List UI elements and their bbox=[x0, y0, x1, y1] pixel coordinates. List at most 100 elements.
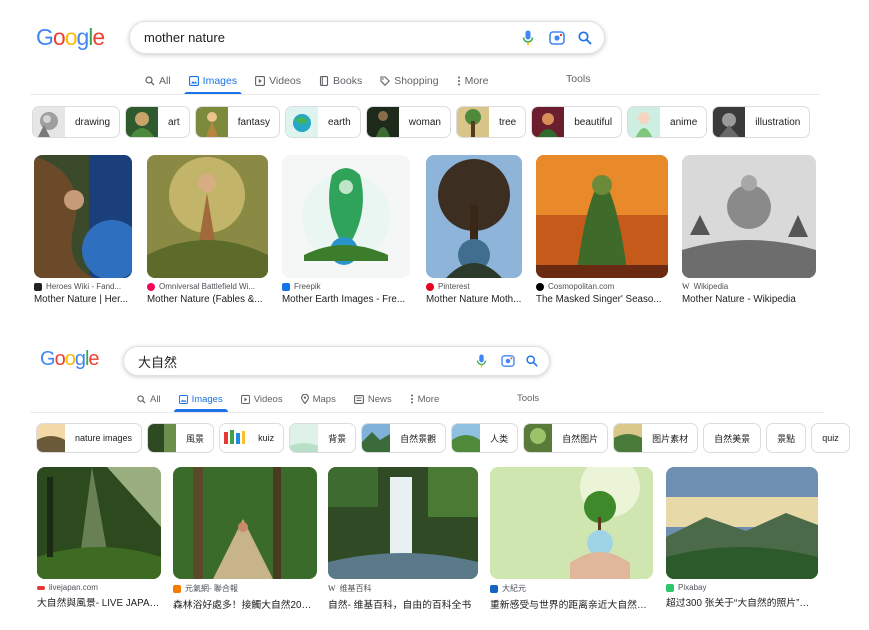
image-result[interactable]: Omniversal Battlefield Wi... Mother Natu… bbox=[147, 155, 268, 305]
tab-more[interactable]: More bbox=[401, 387, 449, 411]
chip-label: beautiful bbox=[574, 116, 613, 128]
image-result[interactable]: Pixabay 超过300 张关于“大自然的照片”和“照... bbox=[666, 467, 818, 609]
tabs-divider bbox=[30, 94, 820, 95]
chip-tree[interactable]: tree bbox=[456, 106, 527, 138]
result-title[interactable]: Mother Earth Images - Fre... bbox=[282, 294, 410, 305]
source-label: livejapan.com bbox=[49, 583, 98, 592]
chip-kuiz[interactable]: kuiz bbox=[219, 423, 285, 453]
chip-jingdian[interactable]: 景點 bbox=[766, 423, 807, 453]
tab-books[interactable]: Books bbox=[310, 68, 371, 94]
chip-label: nature images bbox=[75, 433, 133, 443]
result-title[interactable]: 超过300 张关于“大自然的照片”和“照... bbox=[666, 595, 818, 609]
microphone-icon[interactable] bbox=[472, 352, 490, 370]
result-title[interactable]: 森林浴好處多！接觸大自然20分鐘... bbox=[173, 597, 317, 611]
chip-label: 自然美景 bbox=[714, 433, 751, 444]
image-result[interactable]: livejapan.com 大自然與風景- LIVE JAPAN (... bbox=[37, 467, 161, 609]
tab-label: Videos bbox=[269, 75, 302, 87]
tools-button[interactable]: Tools bbox=[517, 393, 539, 404]
result-source[interactable]: W 维基百科 bbox=[328, 583, 478, 594]
tab-more[interactable]: More bbox=[448, 68, 498, 94]
result-source[interactable]: W Wikipedia bbox=[682, 282, 816, 291]
chip-thumbnail bbox=[713, 107, 746, 137]
result-source[interactable]: Pinterest bbox=[426, 282, 522, 291]
microphone-icon[interactable] bbox=[519, 29, 537, 47]
tab-all[interactable]: All bbox=[128, 387, 170, 411]
tab-shopping[interactable]: Shopping bbox=[371, 68, 447, 94]
result-image bbox=[682, 155, 816, 278]
chip-anime[interactable]: anime bbox=[627, 106, 708, 138]
chip-ziran-meijing[interactable]: 自然美景 bbox=[703, 423, 762, 453]
chip-renlei[interactable]: 人类 bbox=[451, 423, 519, 453]
result-title[interactable]: Mother Nature Moth... bbox=[426, 294, 522, 305]
result-title[interactable]: The Masked Singer' Seaso... bbox=[536, 294, 668, 305]
pinterest-favicon bbox=[426, 282, 434, 291]
chip-art[interactable]: art bbox=[125, 106, 190, 138]
chip-ziran-jingguan[interactable]: 自然景觀 bbox=[361, 423, 447, 453]
chip-nature-images[interactable]: nature images bbox=[36, 423, 143, 453]
chip-thumbnail bbox=[126, 107, 159, 137]
image-result[interactable]: Freepik Mother Earth Images - Fre... bbox=[282, 155, 410, 305]
camera-lens-icon[interactable] bbox=[548, 29, 566, 47]
result-image bbox=[147, 155, 268, 278]
chip-fengjing[interactable]: 風景 bbox=[147, 423, 215, 453]
search-box[interactable]: mother nature bbox=[129, 21, 605, 54]
search-input[interactable]: 大自然 bbox=[138, 347, 177, 375]
chip-label: earth bbox=[327, 116, 351, 128]
tab-label: Maps bbox=[312, 393, 336, 405]
chip-fantasy[interactable]: fantasy bbox=[194, 106, 280, 138]
result-image bbox=[34, 155, 132, 278]
result-source[interactable]: Heroes Wiki - Fand... bbox=[34, 282, 132, 291]
result-source[interactable]: Cosmopolitan.com bbox=[536, 282, 668, 291]
tab-videos[interactable]: Videos bbox=[246, 68, 310, 94]
result-title[interactable]: Mother Nature - Wikipedia bbox=[682, 294, 816, 305]
image-result[interactable]: Heroes Wiki - Fand... Mother Nature | He… bbox=[34, 155, 132, 305]
chip-illustration[interactable]: illustration bbox=[712, 106, 811, 138]
chip-quiz[interactable]: quiz bbox=[811, 423, 850, 453]
result-title[interactable]: Mother Nature | Her... bbox=[34, 294, 132, 305]
chip-label: anime bbox=[670, 116, 698, 128]
result-source[interactable]: Freepik bbox=[282, 282, 410, 291]
search-icon[interactable] bbox=[523, 352, 541, 370]
result-title[interactable]: 自然- 维基百科，自由的百科全书 bbox=[328, 597, 478, 611]
image-result[interactable]: Pinterest Mother Nature Moth... bbox=[426, 155, 522, 305]
tab-news[interactable]: News bbox=[345, 387, 401, 411]
tools-button[interactable]: Tools bbox=[566, 73, 591, 85]
search-box[interactable]: 大自然 bbox=[123, 346, 550, 376]
chip-ziran-tupian[interactable]: 自然图片 bbox=[523, 423, 609, 453]
result-title[interactable]: Mother Nature (Fables &... bbox=[147, 294, 268, 305]
result-source[interactable]: Omniversal Battlefield Wi... bbox=[147, 282, 268, 291]
google-logo[interactable]: Google bbox=[40, 348, 100, 371]
image-result[interactable]: W Wikipedia Mother Nature - Wikipedia bbox=[682, 155, 816, 305]
result-source[interactable]: livejapan.com bbox=[37, 583, 161, 592]
result-title[interactable]: 重新感受与世界的距离亲近大自然好处... bbox=[490, 597, 653, 611]
result-source[interactable]: 大紀元 bbox=[490, 583, 653, 594]
result-source[interactable]: 元氣網- 聯合報 bbox=[173, 583, 317, 594]
chip-tupian-sucai[interactable]: 图片素材 bbox=[613, 423, 699, 453]
image-result[interactable]: W 维基百科 自然- 维基百科，自由的百科全书 bbox=[328, 467, 478, 611]
image-result[interactable]: Cosmopolitan.com The Masked Singer' Seas… bbox=[536, 155, 668, 305]
chip-label: tree bbox=[499, 116, 517, 128]
chip-label: illustration bbox=[755, 116, 801, 128]
image-result[interactable]: 元氣網- 聯合報 森林浴好處多！接觸大自然20分鐘... bbox=[173, 467, 317, 611]
chip-earth[interactable]: earth bbox=[284, 106, 361, 138]
tag-icon bbox=[380, 76, 391, 86]
google-logo[interactable]: Google bbox=[36, 24, 105, 51]
result-source[interactable]: Pixabay bbox=[666, 583, 818, 592]
tab-images[interactable]: Images bbox=[170, 387, 232, 412]
chip-woman[interactable]: woman bbox=[365, 106, 451, 138]
tab-videos[interactable]: Videos bbox=[232, 387, 292, 411]
search-icon[interactable] bbox=[576, 29, 594, 47]
search-input[interactable]: mother nature bbox=[144, 22, 225, 53]
tab-images[interactable]: Images bbox=[180, 68, 246, 95]
chip-drawing[interactable]: drawing bbox=[32, 106, 121, 138]
camera-lens-icon[interactable] bbox=[499, 352, 517, 370]
tab-label: Videos bbox=[253, 393, 283, 405]
tab-maps[interactable]: Maps bbox=[292, 387, 345, 411]
result-title[interactable]: 大自然與風景- LIVE JAPAN (... bbox=[37, 595, 161, 609]
chip-beijing[interactable]: 背景 bbox=[289, 423, 357, 453]
chip-thumbnail bbox=[195, 107, 228, 137]
image-result[interactable]: 大紀元 重新感受与世界的距离亲近大自然好处... bbox=[490, 467, 653, 611]
tab-all[interactable]: All bbox=[136, 68, 180, 94]
chip-beautiful[interactable]: beautiful bbox=[531, 106, 623, 138]
chip-label: 景點 bbox=[777, 433, 796, 444]
